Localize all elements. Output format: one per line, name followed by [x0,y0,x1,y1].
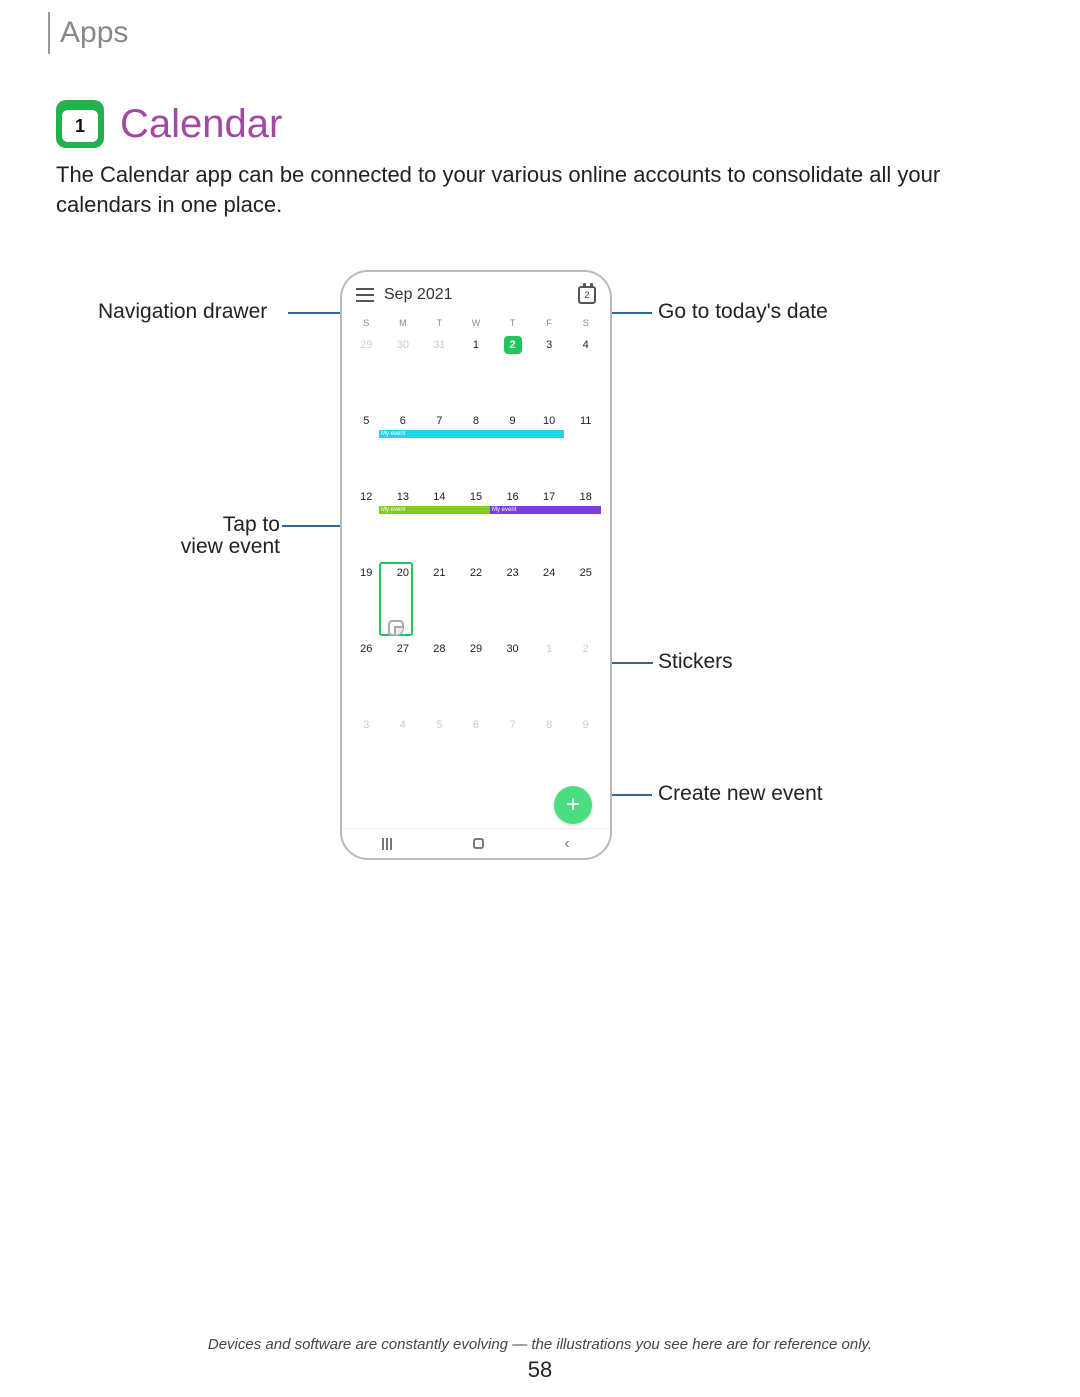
day-cell[interactable]: 5 [348,408,385,484]
day-cell[interactable]: 4 [385,712,422,788]
day-cell[interactable]: 6 [385,408,422,484]
nav-recent-icon[interactable] [382,838,392,850]
day-cell[interactable]: 23 [494,560,531,636]
title-row: 1 Calendar [56,100,282,148]
day-cell[interactable]: 11 [567,408,604,484]
day-cell[interactable]: 1 [531,636,568,712]
dow-cell: S [567,314,604,332]
day-cell[interactable]: 25 [567,560,604,636]
dow-cell: W [458,314,495,332]
day-cell[interactable]: 3 [348,712,385,788]
day-cell[interactable]: 17 [531,484,568,560]
callout-nav-drawer: Navigation drawer [98,300,267,324]
day-cell[interactable]: 5 [421,712,458,788]
day-cell[interactable]: 7 [421,408,458,484]
day-cell[interactable]: 6 [458,712,495,788]
callout-tap-line1: Tap to [175,513,280,537]
page-title: Calendar [120,102,282,147]
day-cell[interactable]: 2 [567,636,604,712]
sticker-icon[interactable] [388,620,404,636]
dow-cell: F [531,314,568,332]
event-bar-purple[interactable]: My event [490,506,601,514]
dow-cell: T [494,314,531,332]
calendar-app-icon: 1 [56,100,104,148]
app-icon-number: 1 [62,110,98,142]
section-header: Apps [48,12,128,54]
event-bar-cyan[interactable]: My event [379,430,564,438]
event-bar-lime[interactable]: My event [379,506,490,514]
page-number: 58 [0,1357,1080,1383]
month-label[interactable]: Sep 2021 [374,286,578,304]
day-cell[interactable]: 15 [458,484,495,560]
callout-today: Go to today's date [658,300,828,324]
day-cell[interactable]: 2 [494,332,531,408]
intro-text: The Calendar app can be connected to you… [56,160,1024,219]
dow-cell: M [385,314,422,332]
calendar-header: Sep 2021 2 [342,272,610,314]
day-cell[interactable]: 28 [421,636,458,712]
day-cell[interactable]: 24 [531,560,568,636]
nav-home-icon[interactable] [473,838,484,849]
day-cell[interactable]: 30 [494,636,531,712]
day-cell[interactable]: 29 [458,636,495,712]
day-cell[interactable]: 29 [348,332,385,408]
android-navbar: ‹ [342,828,610,858]
today-icon[interactable]: 2 [578,286,596,304]
disclaimer: Devices and software are constantly evol… [0,1336,1080,1353]
day-cell[interactable]: 30 [385,332,422,408]
phone-mockup: Sep 2021 2 SMTWTFS 293031123456789101112… [340,270,612,860]
callout-tap-line2: view event [175,535,280,559]
day-cell[interactable]: 3 [531,332,568,408]
day-cell[interactable]: 13 [385,484,422,560]
day-cell[interactable]: 7 [494,712,531,788]
day-cell[interactable]: 27 [385,636,422,712]
day-cell[interactable]: 16 [494,484,531,560]
day-cell[interactable]: 8 [531,712,568,788]
dow-cell: S [348,314,385,332]
dow-cell: T [421,314,458,332]
callout-stickers: Stickers [658,650,733,674]
day-cell[interactable]: 31 [421,332,458,408]
figure: Navigation drawer Tap to view event Go t… [0,260,1080,900]
day-cell[interactable]: 14 [421,484,458,560]
day-cell[interactable]: 21 [421,560,458,636]
callout-create: Create new event [658,782,823,806]
calendar-grid[interactable]: 2930311234567891011121314151617181920212… [342,332,610,788]
day-cell[interactable]: 8 [458,408,495,484]
day-cell[interactable]: 26 [348,636,385,712]
day-of-week-row: SMTWTFS [342,314,610,332]
day-cell[interactable]: 9 [494,408,531,484]
day-cell[interactable]: 18 [567,484,604,560]
day-cell[interactable]: 9 [567,712,604,788]
day-cell[interactable]: 22 [458,560,495,636]
day-cell[interactable]: 4 [567,332,604,408]
hamburger-icon[interactable] [356,288,374,302]
day-cell[interactable]: 10 [531,408,568,484]
day-cell[interactable]: 1 [458,332,495,408]
fab-create-event[interactable]: + [554,786,592,824]
day-cell[interactable]: 12 [348,484,385,560]
nav-back-icon[interactable]: ‹ [564,835,569,853]
